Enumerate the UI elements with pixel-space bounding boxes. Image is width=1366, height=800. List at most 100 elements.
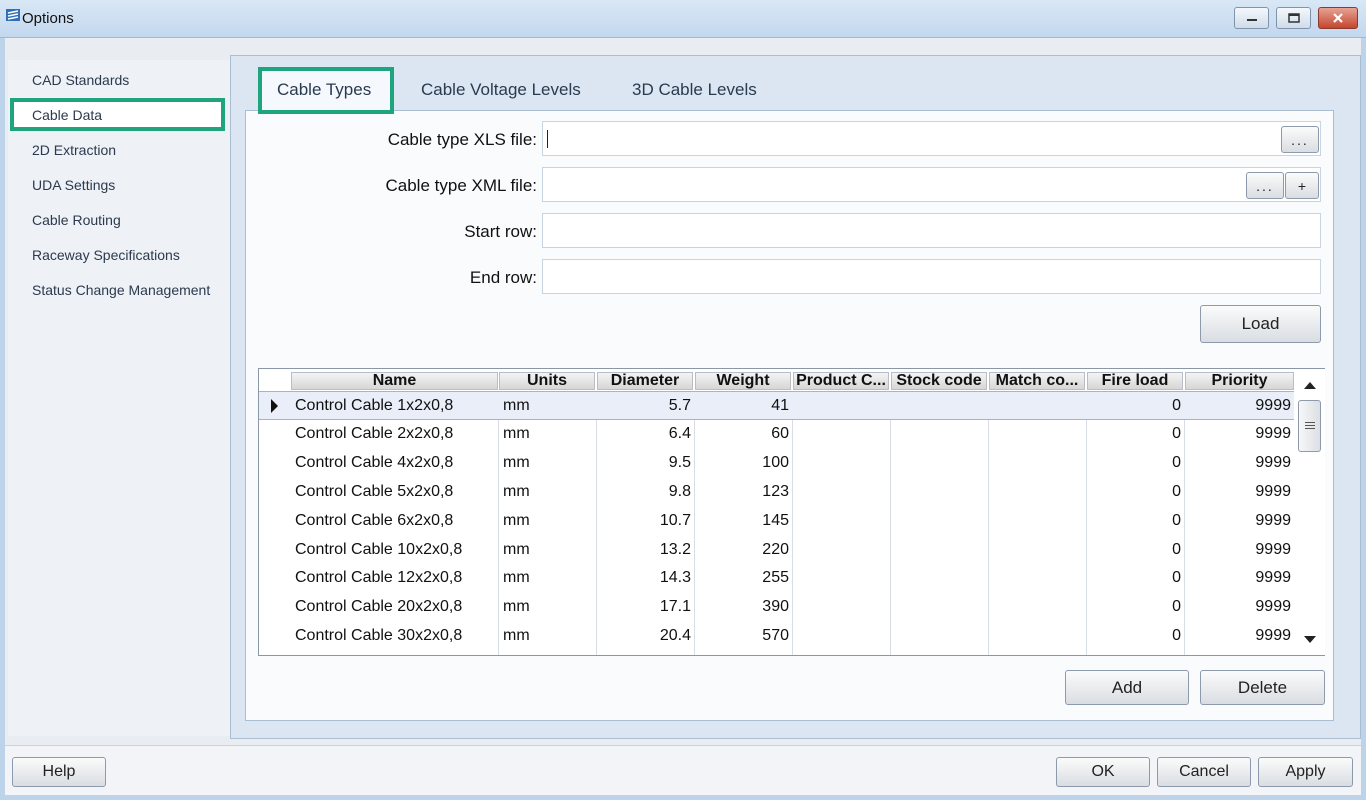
scroll-thumb[interactable] (1298, 400, 1321, 452)
table-cell[interactable]: 100 (697, 454, 789, 472)
table-cell[interactable]: mm (503, 483, 593, 501)
table-cell[interactable]: 9999 (1187, 627, 1291, 645)
nav-item-2d-extraction[interactable]: 2D Extraction (32, 142, 116, 158)
ok-button[interactable]: OK (1056, 757, 1150, 787)
delete-button[interactable]: Delete (1200, 670, 1325, 705)
table-cell[interactable]: Control Cable 10x2x0,8 (295, 541, 495, 559)
table-cell[interactable]: 20.4 (599, 627, 691, 645)
table-cell[interactable]: 9.8 (599, 483, 691, 501)
nav-item-cable-routing[interactable]: Cable Routing (32, 212, 121, 228)
table-cell[interactable]: 145 (697, 512, 789, 530)
table-cell[interactable]: 9999 (1187, 598, 1291, 616)
table-row[interactable]: Control Cable 12x2x0,8 mm 14.3 255 0 9999 (259, 564, 1294, 593)
table-cell[interactable]: Control Cable 30x2x0,8 (295, 627, 495, 645)
column-header-weight[interactable]: Weight (695, 372, 791, 390)
table-cell[interactable]: Control Cable 6x2x0,8 (295, 512, 495, 530)
column-header-units[interactable]: Units (499, 372, 595, 390)
tab-cable-voltage-levels[interactable]: Cable Voltage Levels (421, 80, 581, 100)
load-button[interactable]: Load (1200, 305, 1321, 343)
table-cell[interactable]: 5.7 (599, 397, 691, 415)
table-cell[interactable]: 9999 (1187, 425, 1291, 443)
table-row[interactable]: Control Cable 10x2x0,8 mm 13.2 220 0 9999 (259, 536, 1294, 565)
table-cell[interactable]: 0 (1089, 627, 1181, 645)
column-header-name[interactable]: Name (291, 372, 498, 390)
table-cell[interactable]: 0 (1089, 569, 1181, 587)
cancel-button[interactable]: Cancel (1157, 757, 1251, 787)
tab-cable-types[interactable]: Cable Types (277, 80, 371, 100)
table-cell[interactable]: Control Cable 5x2x0,8 (295, 483, 495, 501)
table-cell[interactable]: mm (503, 627, 593, 645)
table-cell[interactable]: 9999 (1187, 483, 1291, 501)
table-cell[interactable]: 0 (1089, 512, 1181, 530)
close-button[interactable] (1318, 7, 1358, 29)
table-cell[interactable]: 6.4 (599, 425, 691, 443)
table-cell[interactable]: Control Cable 20x2x0,8 (295, 598, 495, 616)
scroll-up-icon[interactable] (1304, 382, 1316, 389)
scroll-down-icon[interactable] (1304, 636, 1316, 643)
table-cell[interactable]: Control Cable 2x2x0,8 (295, 425, 495, 443)
xls-browse-button[interactable]: ... (1281, 126, 1319, 153)
table-row[interactable]: Control Cable 1x2x0,8 mm 5.7 41 0 9999 (259, 391, 1294, 420)
table-cell[interactable]: 390 (697, 598, 789, 616)
table-cell[interactable]: 9.5 (599, 454, 691, 472)
table-cell[interactable]: 0 (1089, 425, 1181, 443)
table-cell[interactable]: mm (503, 397, 593, 415)
column-header-diameter[interactable]: Diameter (597, 372, 693, 390)
start-row-input[interactable] (542, 213, 1321, 248)
table-cell[interactable]: 9999 (1187, 541, 1291, 559)
table-row[interactable]: Control Cable 5x2x0,8 mm 9.8 123 0 9999 (259, 478, 1294, 507)
xls-file-input[interactable] (542, 121, 1321, 156)
tab-3d-cable-levels[interactable]: 3D Cable Levels (632, 80, 757, 100)
table-cell[interactable]: 570 (697, 627, 789, 645)
nav-item-raceway-specifications[interactable]: Raceway Specifications (32, 247, 180, 263)
table-cell[interactable]: 255 (697, 569, 789, 587)
table-cell[interactable]: 9999 (1187, 397, 1291, 415)
table-cell[interactable]: mm (503, 569, 593, 587)
table-cell[interactable]: 13.2 (599, 541, 691, 559)
table-cell[interactable]: Control Cable 4x2x0,8 (295, 454, 495, 472)
column-header-product-code[interactable]: Product C... (793, 372, 889, 390)
nav-item-status-change-management[interactable]: Status Change Management (32, 282, 210, 298)
nav-item-uda-settings[interactable]: UDA Settings (32, 177, 115, 193)
table-cell[interactable]: 220 (697, 541, 789, 559)
table-row[interactable]: Control Cable 6x2x0,8 mm 10.7 145 0 9999 (259, 507, 1294, 536)
table-cell[interactable]: 14.3 (599, 569, 691, 587)
table-cell[interactable]: mm (503, 454, 593, 472)
table-cell[interactable]: 0 (1089, 483, 1181, 501)
maximize-button[interactable] (1276, 7, 1311, 29)
table-cell[interactable]: 123 (697, 483, 789, 501)
table-cell[interactable]: 9999 (1187, 454, 1291, 472)
table-cell[interactable]: Control Cable 1x2x0,8 (295, 397, 495, 415)
table-cell[interactable]: mm (503, 425, 593, 443)
table-cell[interactable]: 10.7 (599, 512, 691, 530)
xml-file-input[interactable] (542, 167, 1321, 202)
minimize-button[interactable] (1234, 7, 1269, 29)
xml-browse-button[interactable]: ... (1246, 172, 1284, 199)
nav-item-cable-data[interactable]: Cable Data (32, 107, 102, 123)
table-cell[interactable]: 0 (1089, 598, 1181, 616)
table-cell[interactable]: 0 (1089, 454, 1181, 472)
column-header-match-code[interactable]: Match co... (989, 372, 1085, 390)
table-row[interactable]: Control Cable 2x2x0,8 mm 6.4 60 0 9999 (259, 420, 1294, 449)
table-cell[interactable]: 0 (1089, 541, 1181, 559)
table-cell[interactable]: mm (503, 541, 593, 559)
xml-add-button[interactable]: + (1285, 172, 1319, 199)
table-cell[interactable]: 0 (1089, 397, 1181, 415)
table-cell[interactable]: 41 (697, 397, 789, 415)
column-header-fire-load[interactable]: Fire load (1087, 372, 1183, 390)
table-cell[interactable]: 9999 (1187, 512, 1291, 530)
table-cell[interactable]: 9999 (1187, 569, 1291, 587)
table-cell[interactable]: Control Cable 12x2x0,8 (295, 569, 495, 587)
help-button[interactable]: Help (12, 757, 106, 787)
table-cell[interactable]: mm (503, 598, 593, 616)
column-header-priority[interactable]: Priority (1185, 372, 1294, 390)
table-row[interactable]: Control Cable 20x2x0,8 mm 17.1 390 0 9999 (259, 593, 1294, 622)
nav-item-cad-standards[interactable]: CAD Standards (32, 72, 129, 88)
column-header-stock-code[interactable]: Stock code (891, 372, 987, 390)
end-row-input[interactable] (542, 259, 1321, 294)
table-cell[interactable]: mm (503, 512, 593, 530)
table-cell[interactable]: 60 (697, 425, 789, 443)
table-row[interactable]: Control Cable 4x2x0,8 mm 9.5 100 0 9999 (259, 449, 1294, 478)
grid-scrollbar[interactable] (1295, 369, 1325, 655)
apply-button[interactable]: Apply (1258, 757, 1353, 787)
